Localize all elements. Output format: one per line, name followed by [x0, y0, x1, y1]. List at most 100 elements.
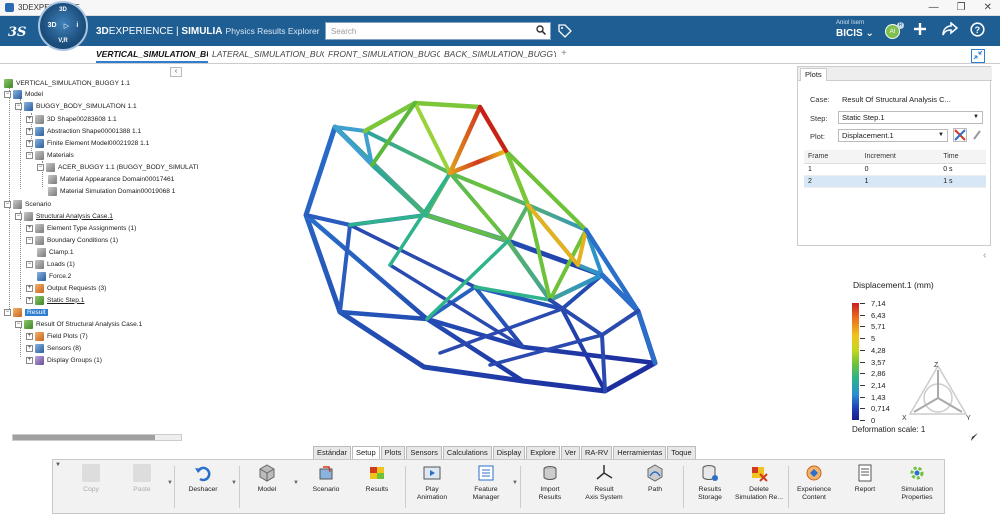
axis-y-label: Y — [966, 415, 971, 422]
search-box[interactable] — [325, 22, 551, 40]
scenario-button[interactable]: Scenario — [300, 464, 352, 494]
result-axis-system-button[interactable]: Result Axis System — [578, 464, 630, 502]
tree-item-clamp[interactable]: Clamp.1 — [37, 247, 74, 257]
tab-vertical-simulation[interactable]: VERTICAL_SIMULATION_BU — [96, 49, 208, 63]
pencil-icon[interactable] — [972, 129, 982, 143]
tree-item-root[interactable]: VERTICAL_SIMULATION_BUGGY 1.1 — [4, 78, 130, 88]
buggy-frame-model[interactable] — [190, 65, 795, 445]
tab-display[interactable]: Display — [492, 446, 526, 459]
tab-toque[interactable]: Toque — [667, 446, 696, 459]
chevron-down-icon: ▼ — [938, 132, 944, 138]
report-button[interactable]: Report — [839, 464, 891, 494]
maximize-button[interactable]: ❐ — [957, 2, 966, 13]
chevron-down-icon[interactable]: ▼ — [167, 480, 173, 486]
tree-item-fem[interactable]: + Finite Element Model00021928 1.1 — [26, 138, 149, 148]
minimize-button[interactable]: — — [929, 2, 939, 13]
chevron-down-icon[interactable]: ▼ — [55, 462, 61, 468]
tab-estandar[interactable]: Estándar — [313, 446, 352, 459]
axis-system-icon — [595, 464, 613, 482]
frames-table: Frame Increment Time 100 s 211 s — [804, 150, 986, 188]
tree-item-acer-buggy[interactable]: − ACER_BUGGY 1.1 (BUGGY_BODY_SIMULATI — [37, 162, 198, 172]
play-animation-button[interactable]: Play Animation — [406, 464, 458, 502]
tree-collapse-icon[interactable]: ‹ — [170, 67, 182, 77]
share-icon[interactable] — [942, 21, 959, 40]
tab-front-simulation[interactable]: FRONT_SIMULATION_BUGG — [328, 49, 440, 59]
tab-back-simulation[interactable]: BACK_SIMULATION_BUGGY — [444, 49, 556, 59]
import-results-button[interactable]: Import Results — [524, 464, 576, 502]
tab-explore[interactable]: Explore — [526, 446, 560, 459]
tree-item-element-type-assignments[interactable]: + Element Type Assignments (1) — [26, 223, 136, 233]
delete-simulation-results-button[interactable]: Delete Simulation Re... — [733, 464, 785, 502]
tree-item-3d-shape[interactable]: +3D Shape00283608 1.1 — [26, 114, 117, 124]
feature-manager-button[interactable]: Feature Manager — [460, 464, 512, 502]
undo-button[interactable]: Deshacer — [177, 464, 229, 494]
tree-item-structural-analysis-case[interactable]: − Structural Analysis Case.1 — [15, 211, 113, 221]
tree-item-output-requests[interactable]: + Output Requests (3) — [26, 283, 106, 293]
compass-widget[interactable]: 3D 3D ▷ i V,R — [38, 1, 88, 51]
search-input[interactable] — [326, 23, 526, 39]
plot-select[interactable]: Displacement.1 ▼ — [838, 129, 948, 142]
close-button[interactable]: ✕ — [984, 2, 992, 13]
tree-item-force[interactable]: Force.2 — [37, 271, 71, 281]
chevron-left-icon[interactable]: ‹ — [983, 250, 986, 261]
pointer-icon[interactable] — [969, 432, 979, 445]
tab-calculations[interactable]: Calculations — [442, 446, 492, 459]
tab-plots-toolbar[interactable]: Plots — [380, 446, 406, 459]
legend-tick — [860, 314, 865, 316]
results-storage-button[interactable]: Results Storage — [684, 464, 736, 502]
tab-sensors[interactable]: Sensors — [406, 446, 442, 459]
tab-ver[interactable]: Ver — [560, 446, 580, 459]
plot-color-icon[interactable] — [953, 128, 967, 142]
add-tab-button[interactable]: + — [561, 48, 567, 59]
org-name[interactable]: BICIS ⌄ — [836, 28, 874, 39]
tree-item-buggy-body[interactable]: − BUGGY_BODY_SIMULATION 1.1 — [15, 101, 137, 111]
help-icon[interactable]: ? — [970, 22, 985, 41]
tree-item-materials[interactable]: − Materials — [26, 150, 74, 160]
tree-item-result-of-structural-analysis[interactable]: − Result Of Structural Analysis Case.1 — [15, 319, 142, 329]
tree-item-result[interactable]: − Result — [4, 307, 48, 317]
3d-viewport[interactable] — [190, 65, 795, 445]
tree-item-material-simulation[interactable]: Material Simulation Domain00019068 1 — [48, 186, 175, 196]
tree-item-material-appearance[interactable]: Material Appearance Domain00017461 — [48, 174, 174, 184]
chevron-down-icon: ▼ — [973, 114, 979, 120]
legend-value-label: 2,86 — [871, 369, 886, 379]
chevron-down-icon[interactable]: ▼ — [231, 480, 237, 486]
tree-item-sensors[interactable]: + Sensors (8) — [26, 343, 81, 353]
results-button[interactable]: Results — [351, 464, 403, 494]
chevron-down-icon[interactable]: ▼ — [293, 480, 299, 486]
tree-item-field-plots[interactable]: + Field Plots (7) — [26, 331, 88, 341]
tab-ra-rv[interactable]: RA-RV — [581, 446, 613, 459]
play-icon[interactable]: ▷ — [64, 22, 69, 30]
tab-plots[interactable]: Plots — [800, 68, 827, 81]
tab-setup[interactable]: Setup — [352, 446, 380, 459]
model-button[interactable]: Model — [241, 464, 293, 494]
paste-button[interactable]: Paste — [116, 464, 168, 494]
path-button[interactable]: Path — [629, 464, 681, 494]
tree-item-display-groups[interactable]: + Display Groups (1) — [26, 355, 102, 365]
scrollbar-thumb[interactable] — [13, 435, 155, 440]
tab-lateral-simulation[interactable]: LATERAL_SIMULATION_BUGG — [212, 49, 324, 59]
copy-button[interactable]: Copy — [65, 464, 117, 494]
axis-triad-icon[interactable]: Z X Y — [898, 358, 978, 426]
plus-icon[interactable] — [913, 22, 927, 40]
table-row[interactable]: 100 s — [804, 163, 986, 176]
experience-content-button[interactable]: Experience Content — [788, 464, 840, 502]
chevron-down-icon[interactable]: ▼ — [512, 480, 518, 486]
step-select[interactable]: Static Step.1 ▼ — [838, 111, 983, 124]
search-icon[interactable] — [536, 25, 547, 38]
tree-horizontal-scrollbar[interactable] — [12, 434, 182, 441]
tree-item-scenario[interactable]: − Scenario — [4, 199, 51, 209]
collapse-icon[interactable] — [971, 49, 985, 63]
tree-item-static-step[interactable]: + Static Step.1 — [26, 295, 84, 305]
path-icon — [646, 464, 664, 482]
tree-item-loads[interactable]: − Loads (1) — [26, 259, 75, 269]
tab-herramientas[interactable]: Herramientas — [613, 446, 667, 459]
tree-item-model[interactable]: − Model — [4, 89, 43, 99]
tree-item-boundary-conditions[interactable]: − Boundary Conditions (1) — [26, 235, 118, 245]
tree-item-abstraction-shape[interactable]: + Abstraction Shape00001388 1.1 — [26, 126, 141, 136]
table-row[interactable]: 211 s — [804, 175, 986, 188]
simulation-properties-button[interactable]: Simulation Properties — [891, 464, 943, 502]
tag-icon[interactable] — [558, 24, 572, 41]
legend-tick — [860, 420, 865, 421]
user-menu[interactable]: Aniol Isern BICIS ⌄ — [836, 20, 874, 39]
